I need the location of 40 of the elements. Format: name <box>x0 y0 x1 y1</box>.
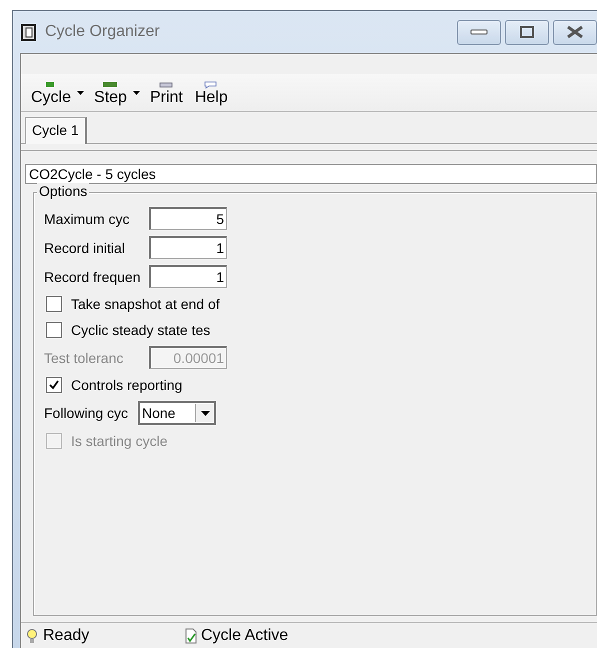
toolbar-icon <box>203 81 220 89</box>
maximize-button[interactable] <box>505 20 549 44</box>
lightbulb-icon <box>25 628 39 644</box>
field-label: Record frequen <box>44 268 142 284</box>
minimize-button[interactable] <box>457 20 501 44</box>
close-icon <box>566 25 584 39</box>
field-label: Maximum cyc <box>44 210 131 226</box>
minimize-icon <box>470 29 488 35</box>
toolbar-icon <box>158 81 174 89</box>
toolbar-icon <box>102 81 118 89</box>
checkbox-label: Is starting cycle <box>71 433 168 449</box>
toolbar-button[interactable]: Help <box>192 81 230 111</box>
field-label: Record initial <box>44 240 126 256</box>
checkbox[interactable] <box>46 296 62 312</box>
status-text: Cycle Active <box>201 627 288 645</box>
toolbar-button[interactable]: Print <box>148 81 185 111</box>
window-title: Cycle Organizer <box>45 23 160 41</box>
input-field[interactable]: 1 <box>149 265 227 288</box>
input-field[interactable]: 1 <box>149 236 227 259</box>
maximize-icon <box>520 26 534 38</box>
input-field[interactable]: 5 <box>149 207 227 230</box>
status-text: Ready <box>43 627 90 645</box>
close-button[interactable] <box>553 20 597 44</box>
dropdown[interactable]: None <box>138 401 216 425</box>
caret-icon[interactable] <box>77 91 84 95</box>
toolbar-button[interactable]: Step <box>92 81 129 111</box>
checkbox-label: Cyclic steady state tes <box>71 322 210 338</box>
app-icon <box>21 24 37 40</box>
caret-icon <box>200 410 210 416</box>
tab[interactable]: Cycle 1 <box>25 117 87 144</box>
checkbox[interactable] <box>46 322 62 338</box>
group-title: Options <box>37 183 90 199</box>
checkbox-label: Take snapshot at end of <box>71 296 220 312</box>
name-field[interactable]: CO2Cycle - 5 cycles <box>25 164 597 184</box>
toolbar-button[interactable]: Cycle <box>29 81 74 111</box>
field-label: Test toleranc <box>44 350 124 366</box>
caret-icon[interactable] <box>132 91 140 95</box>
document-check-icon <box>185 628 197 644</box>
checkbox[interactable] <box>46 377 62 393</box>
checkbox-label: Controls reporting <box>71 377 182 393</box>
